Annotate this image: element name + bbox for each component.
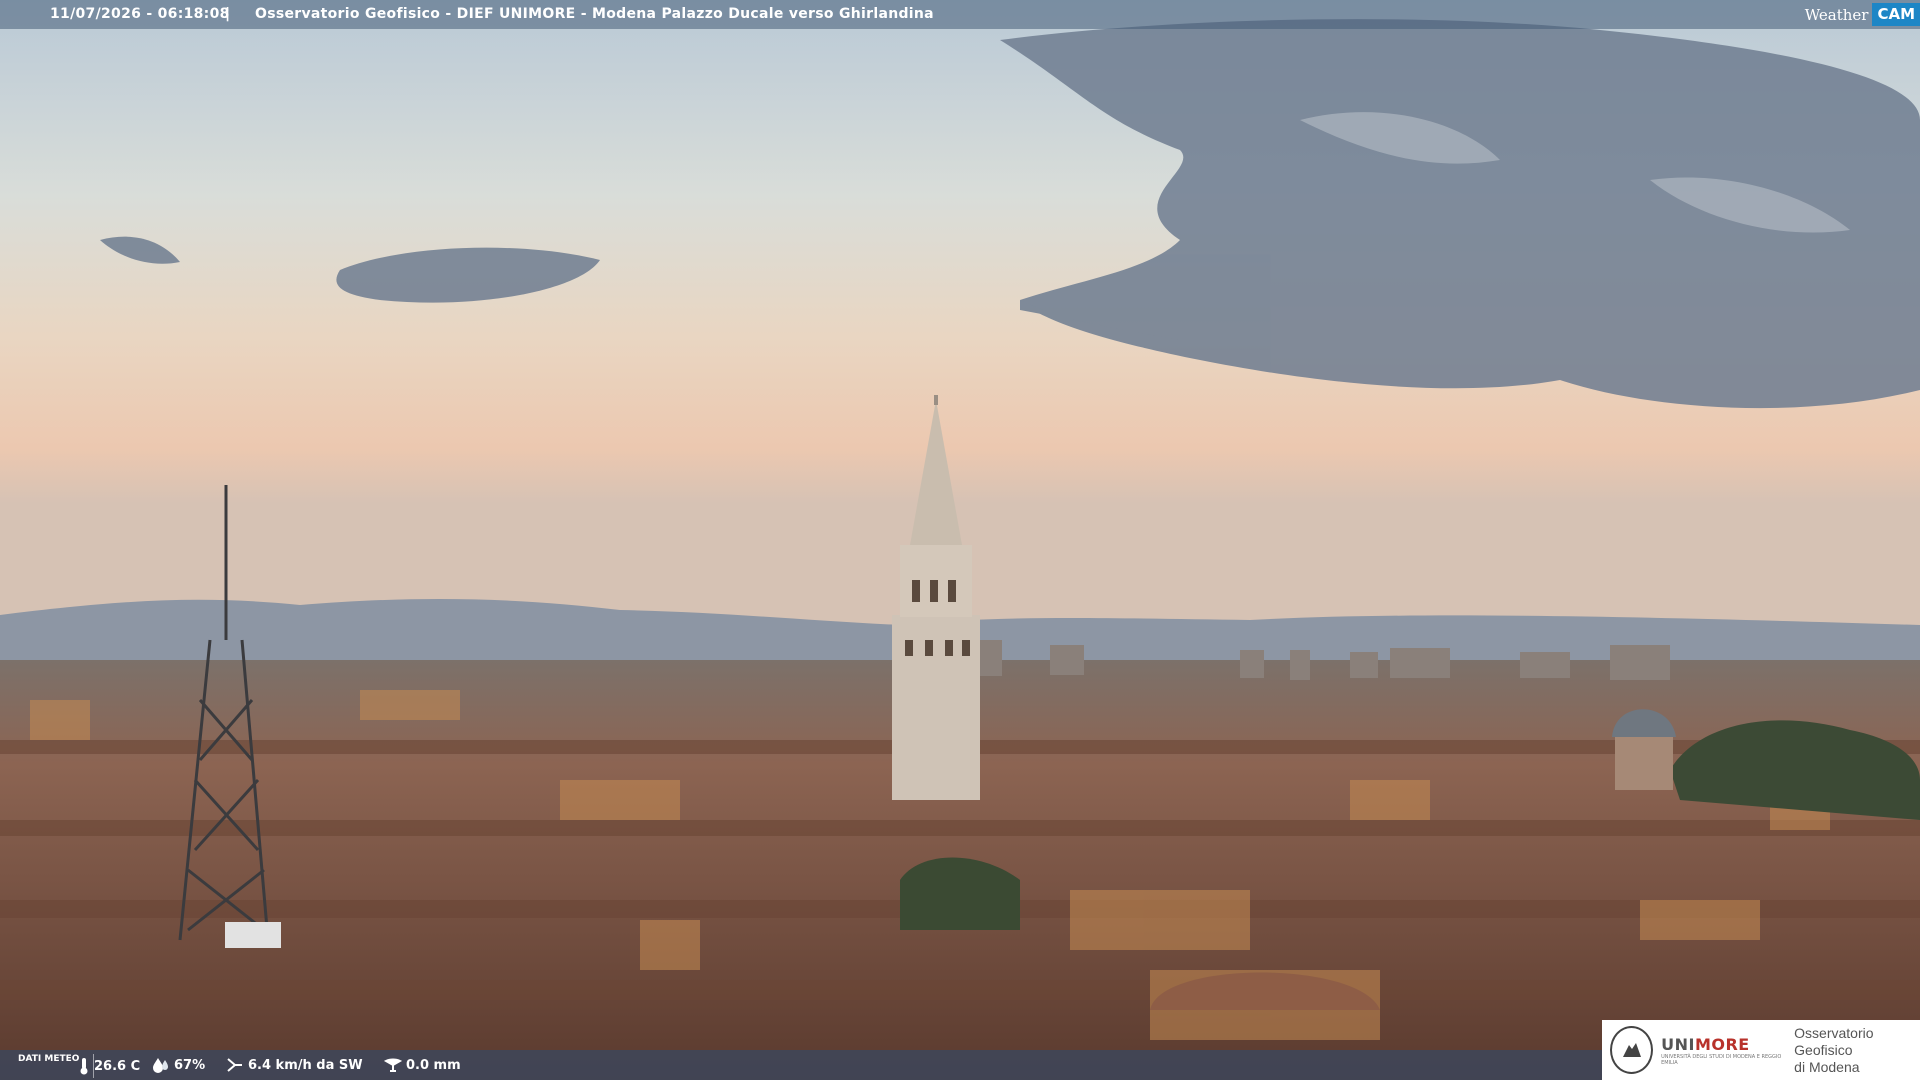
university-seal-icon — [1610, 1026, 1654, 1074]
temperature-reading: 26.6 C — [78, 1057, 140, 1075]
humidity-reading: 67% — [152, 1057, 205, 1073]
unimore-name-uni: UNI — [1661, 1034, 1695, 1054]
weather-data-bar: DATI METEO 26.6 C 67% 6.4 km/h da SW 0.0… — [0, 1050, 1602, 1080]
camera-header-bar: 11/07/2026 - 06:18:08 | Osservatorio Geo… — [0, 0, 1920, 29]
unimore-subtitle: UNIVERSITÀ DEGLI STUDI DI MODENA E REGGI… — [1661, 1053, 1782, 1066]
humidity-value: 67% — [174, 1057, 206, 1073]
wind-reading: 6.4 km/h da SW — [226, 1057, 363, 1073]
rain-reading: 0.0 mm — [384, 1057, 461, 1073]
timestamp: 11/07/2026 - 06:18:08 — [50, 6, 230, 22]
weathercam-logo: Weather CAM — [1805, 0, 1920, 29]
temperature-value: 26.6 C — [94, 1058, 141, 1074]
unimore-name-more: MORE — [1694, 1034, 1750, 1054]
header-separator: | — [225, 6, 231, 22]
webcam-scene — [0, 0, 1920, 1080]
rain-value: 0.0 mm — [406, 1057, 461, 1073]
humidity-drop-icon — [153, 1058, 168, 1073]
observatory-line2: di Modena — [1794, 1058, 1860, 1075]
wind-icon — [227, 1058, 242, 1072]
observatory-line1: Osservatorio Geofisico — [1794, 1024, 1874, 1058]
camera-title: Osservatorio Geofisico - DIEF UNIMORE - … — [255, 6, 934, 22]
thermometer-icon — [80, 1058, 88, 1075]
unimore-brand: UNIMORE UNIVERSITÀ DEGLI STUDI DI MODENA… — [1661, 1035, 1784, 1066]
observatory-name: Osservatorio Geofisico di Modena — [1794, 1025, 1920, 1076]
unimore-logo-panel: UNIMORE UNIVERSITÀ DEGLI STUDI DI MODENA… — [1602, 1020, 1920, 1080]
wind-value: 6.4 km/h da SW — [248, 1057, 363, 1073]
logo-weather-text: Weather — [1804, 5, 1869, 24]
logo-cam-text: CAM — [1872, 3, 1920, 26]
mast-equipment — [225, 922, 281, 948]
church-dome — [1612, 709, 1676, 790]
rain-gauge-icon — [384, 1058, 402, 1072]
unimore-name: UNIMORE — [1661, 1035, 1784, 1054]
seal-figure-icon — [1622, 1043, 1641, 1057]
